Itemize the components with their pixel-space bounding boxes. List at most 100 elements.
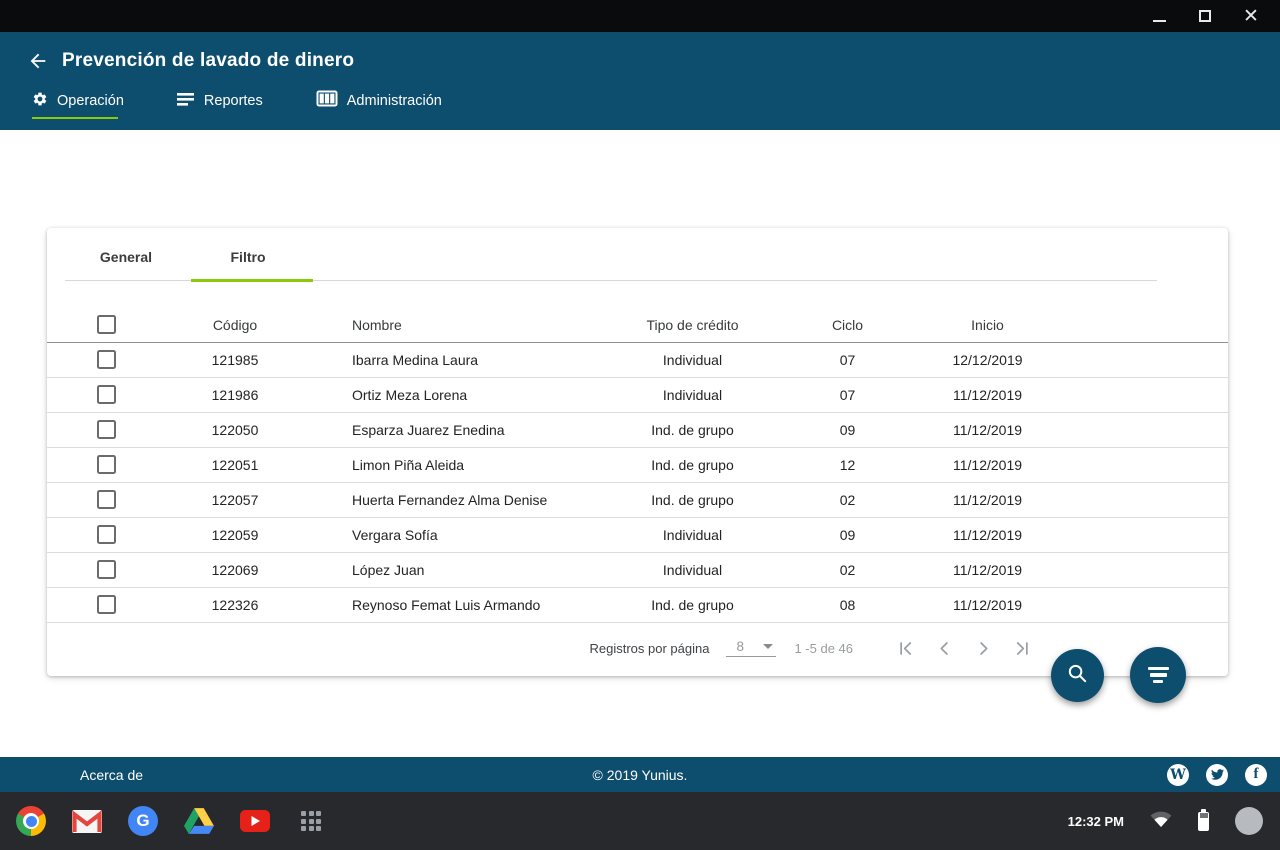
page-size-label: Registros por página (589, 641, 709, 656)
cell-inicio: 11/12/2019 (910, 517, 1065, 552)
page-size-value: 8 (736, 639, 744, 654)
search-icon (1066, 662, 1089, 690)
wifi-icon[interactable] (1150, 810, 1172, 833)
nav-tab-operacion[interactable]: Operación (32, 90, 124, 119)
google-icon[interactable]: G (127, 805, 159, 837)
table-row[interactable]: 122326 Reynoso Femat Luis Armando Ind. d… (47, 587, 1228, 622)
cell-inicio: 11/12/2019 (910, 412, 1065, 447)
row-checkbox[interactable] (97, 525, 116, 544)
row-checkbox[interactable] (97, 420, 116, 439)
table-header-row: Código Nombre Tipo de crédito Ciclo Inic… (47, 308, 1228, 342)
cell-nombre: López Juan (305, 552, 600, 587)
first-page-icon[interactable] (896, 639, 915, 658)
cell-tipo: Ind. de grupo (600, 482, 785, 517)
cell-tipo: Ind. de grupo (600, 587, 785, 622)
card-tabbar: General Filtro (65, 228, 1157, 281)
table-row[interactable]: 122059 Vergara Sofía Individual 09 11/12… (47, 517, 1228, 552)
table-row[interactable]: 122057 Huerta Fernandez Alma Denise Ind.… (47, 482, 1228, 517)
chrome-icon[interactable] (15, 805, 47, 837)
column-header-nombre[interactable]: Nombre (305, 308, 600, 342)
gear-icon (32, 91, 48, 111)
cell-nombre: Reynoso Femat Luis Armando (305, 587, 600, 622)
cell-nombre: Limon Piña Aleida (305, 447, 600, 482)
window-titlebar: ✕ (0, 0, 1280, 32)
cell-ciclo: 07 (785, 377, 910, 412)
pagination-bar: Registros por página 8 1 -5 de 46 (47, 623, 1228, 674)
youtube-icon[interactable] (239, 805, 271, 837)
about-link[interactable]: Acerca de (80, 767, 143, 783)
page-size-select[interactable]: 8 (726, 639, 776, 657)
cell-codigo: 122326 (165, 587, 305, 622)
cell-tipo: Ind. de grupo (600, 447, 785, 482)
wordpress-icon[interactable]: W (1167, 764, 1189, 786)
row-checkbox[interactable] (97, 350, 116, 369)
avatar[interactable] (1235, 807, 1263, 835)
previous-page-icon[interactable] (935, 639, 954, 658)
apps-grid-icon[interactable] (295, 805, 327, 837)
cell-tipo: Ind. de grupo (600, 412, 785, 447)
row-checkbox[interactable] (97, 385, 116, 404)
table-row[interactable]: 122050 Esparza Juarez Enedina Ind. de gr… (47, 412, 1228, 447)
search-fab-button[interactable] (1051, 649, 1104, 702)
filter-fab-button[interactable] (1130, 647, 1186, 703)
last-page-icon[interactable] (1013, 639, 1032, 658)
table-row[interactable]: 121985 Ibarra Medina Laura Individual 07… (47, 342, 1228, 377)
cell-tipo: Individual (600, 517, 785, 552)
close-icon[interactable]: ✕ (1238, 3, 1264, 29)
row-checkbox[interactable] (97, 560, 116, 579)
cell-inicio: 11/12/2019 (910, 377, 1065, 412)
columns-icon (316, 90, 338, 111)
page-range-label: 1 -5 de 46 (794, 641, 853, 656)
cell-inicio: 12/12/2019 (910, 342, 1065, 377)
cell-ciclo: 09 (785, 517, 910, 552)
drive-icon[interactable] (183, 805, 215, 837)
cell-inicio: 11/12/2019 (910, 552, 1065, 587)
nav-label-operacion: Operación (57, 93, 124, 109)
column-header-inicio: Inicio (910, 308, 1065, 342)
column-header-codigo[interactable]: Código (165, 308, 305, 342)
cell-codigo: 122059 (165, 517, 305, 552)
column-header-tipo: Tipo de crédito (600, 308, 785, 342)
battery-icon[interactable] (1198, 812, 1209, 831)
table-row[interactable]: 121986 Ortiz Meza Lorena Individual 07 1… (47, 377, 1228, 412)
cell-nombre: Ortiz Meza Lorena (305, 377, 600, 412)
clock-label[interactable]: 12:32 PM (1068, 814, 1124, 829)
cell-codigo: 121986 (165, 377, 305, 412)
cell-nombre: Esparza Juarez Enedina (305, 412, 600, 447)
tab-filtro[interactable]: Filtro (187, 249, 309, 280)
results-card: General Filtro Código Nombre Tipo de cré… (47, 228, 1228, 676)
tab-general[interactable]: General (65, 249, 187, 280)
table-row[interactable]: 122051 Limon Piña Aleida Ind. de grupo 1… (47, 447, 1228, 482)
nav-tab-administracion[interactable]: Administración (316, 90, 442, 119)
table-row[interactable]: 122069 López Juan Individual 02 11/12/20… (47, 552, 1228, 587)
facebook-icon[interactable]: f (1245, 764, 1267, 786)
select-all-checkbox[interactable] (97, 315, 116, 334)
gmail-icon[interactable] (71, 805, 103, 837)
credits-table: Código Nombre Tipo de crédito Ciclo Inic… (47, 308, 1228, 623)
row-checkbox[interactable] (97, 455, 116, 474)
maximize-icon[interactable] (1192, 3, 1218, 29)
list-icon (177, 92, 195, 110)
nav-tab-reportes[interactable]: Reportes (177, 90, 263, 119)
row-checkbox[interactable] (97, 490, 116, 509)
cell-codigo: 122069 (165, 552, 305, 587)
nav-label-administracion: Administración (347, 93, 442, 109)
cell-ciclo: 07 (785, 342, 910, 377)
cell-inicio: 11/12/2019 (910, 587, 1065, 622)
footer-bar: Acerca de © 2019 Yunius. W f (0, 757, 1280, 792)
cell-ciclo: 12 (785, 447, 910, 482)
column-header-ciclo: Ciclo (785, 308, 910, 342)
cell-tipo: Individual (600, 377, 785, 412)
row-checkbox[interactable] (97, 595, 116, 614)
back-arrow-icon[interactable] (26, 49, 50, 73)
cell-ciclo: 08 (785, 587, 910, 622)
cell-nombre: Huerta Fernandez Alma Denise (305, 482, 600, 517)
twitter-icon[interactable] (1206, 764, 1228, 786)
main-nav: Operación Reportes Administración (0, 90, 1280, 119)
cell-ciclo: 02 (785, 552, 910, 587)
minimize-icon[interactable] (1146, 3, 1172, 29)
os-taskbar: G 12:32 PM (0, 792, 1280, 850)
next-page-icon[interactable] (974, 639, 993, 658)
cell-tipo: Individual (600, 552, 785, 587)
cell-nombre: Ibarra Medina Laura (305, 342, 600, 377)
